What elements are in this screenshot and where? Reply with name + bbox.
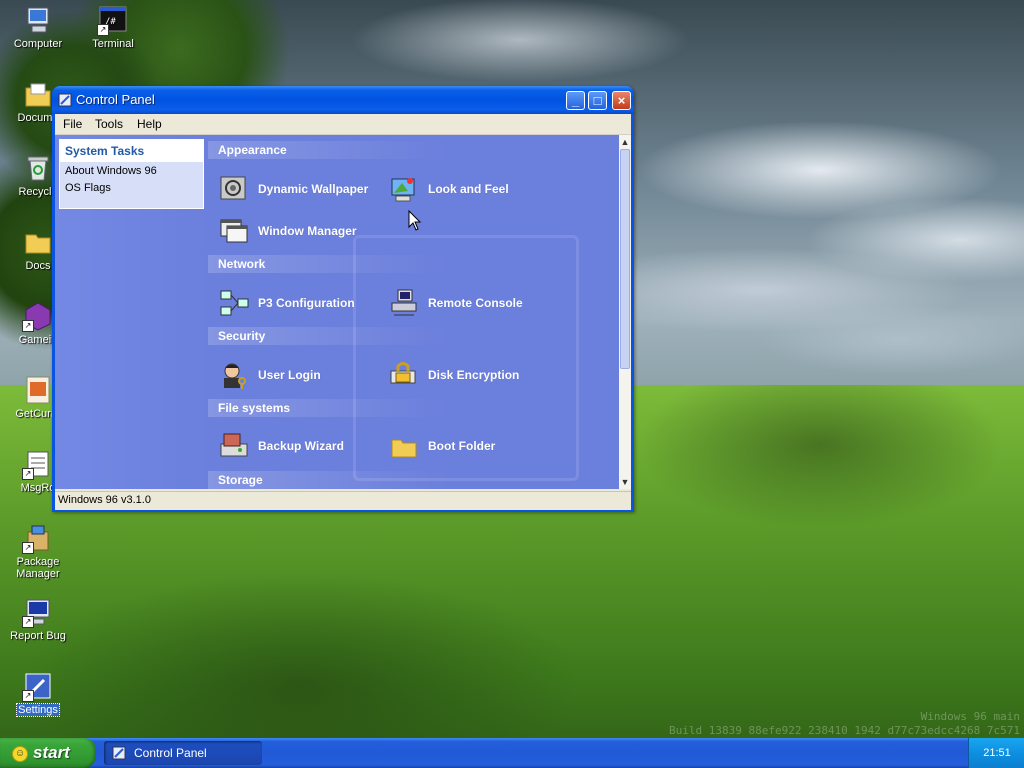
system-tray[interactable]: 21:51 xyxy=(968,738,1024,768)
shortcut-arrow-icon: ↗ xyxy=(22,616,34,628)
section-file-systems: File systems xyxy=(208,399,448,417)
getcurrent-icon xyxy=(22,374,54,406)
shortcut-arrow-icon: ↗ xyxy=(97,24,109,36)
backup-wizard-icon xyxy=(218,430,250,462)
package-manager-icon: ↗ xyxy=(22,522,54,554)
window-manager-icon xyxy=(218,215,250,247)
docs-folder-icon xyxy=(22,226,54,258)
status-text: Windows 96 v3.1.0 xyxy=(58,494,151,506)
section-network: Network xyxy=(208,255,448,273)
categories-pane: Appearance Dynamic Wallpaper Look and Fe… xyxy=(208,135,619,489)
system-tasks-panel: System Tasks About Windows 96 OS Flags xyxy=(59,139,204,209)
task-about-windows[interactable]: About Windows 96 xyxy=(60,162,203,179)
menu-help[interactable]: Help xyxy=(137,117,162,131)
scroll-up-button[interactable]: ▲ xyxy=(619,135,631,149)
section-security: Security xyxy=(208,327,448,345)
control-panel-icon xyxy=(58,93,72,107)
shortcut-arrow-icon: ↗ xyxy=(22,690,34,702)
user-login-icon xyxy=(218,359,250,391)
taskbar: ☺ start Control Panel 21:51 xyxy=(0,738,1024,768)
build-watermark-line1: Windows 96 main xyxy=(920,710,1020,723)
desktop-icon-package-manager[interactable]: ↗ Package Manager xyxy=(2,522,74,580)
control-panel-window[interactable]: Control Panel _ □ × File Tools Help Syst… xyxy=(52,86,634,512)
scroll-thumb[interactable] xyxy=(620,149,630,369)
build-watermark-line2: Build 13839 88efe922 238410 1942 d77c73e… xyxy=(669,724,1020,737)
task-os-flags[interactable]: OS Flags xyxy=(60,179,203,196)
dynamic-wallpaper-icon xyxy=(218,173,250,205)
desktop-icon-terminal[interactable]: /# ↗ Terminal xyxy=(77,4,149,50)
p3-configuration-icon xyxy=(218,287,250,319)
section-storage: Storage xyxy=(208,471,448,489)
gamein-icon: ↗ xyxy=(22,300,54,332)
start-button[interactable]: ☺ start xyxy=(0,738,96,768)
menu-file[interactable]: File xyxy=(63,117,82,131)
report-bug-icon: ↗ xyxy=(22,596,54,628)
control-panel-icon xyxy=(112,746,126,760)
start-logo-icon: ☺ xyxy=(12,746,28,762)
window-body: File Tools Help System Tasks About Windo… xyxy=(55,114,631,510)
section-appearance: Appearance xyxy=(208,141,448,159)
documents-folder-icon xyxy=(22,78,54,110)
scroll-down-button[interactable]: ▼ xyxy=(619,475,631,489)
msgro-icon: ↗ xyxy=(22,448,54,480)
disk-encryption-icon xyxy=(388,359,420,391)
start-label: start xyxy=(33,743,70,762)
look-and-feel-icon xyxy=(388,173,420,205)
computer-icon xyxy=(22,4,54,36)
desktop-icon-computer[interactable]: Computer xyxy=(2,4,74,50)
boot-folder-icon xyxy=(388,430,420,462)
mouse-cursor-icon xyxy=(408,210,422,231)
desktop-icon-settings[interactable]: ↗ Settings xyxy=(2,670,74,717)
remote-console-icon xyxy=(388,287,420,319)
menu-bar: File Tools Help xyxy=(55,114,631,135)
window-title: Control Panel xyxy=(76,92,155,107)
terminal-icon: /# ↗ xyxy=(97,4,129,36)
system-tasks-header: System Tasks xyxy=(60,140,203,162)
window-titlebar[interactable]: Control Panel _ □ × xyxy=(52,86,634,114)
minimize-button[interactable]: _ xyxy=(566,91,585,110)
control-panel-content: System Tasks About Windows 96 OS Flags A… xyxy=(55,135,631,489)
vertical-scrollbar[interactable]: ▲ ▼ xyxy=(619,135,631,489)
shortcut-arrow-icon: ↗ xyxy=(22,468,34,480)
maximize-button[interactable]: □ xyxy=(588,91,607,110)
status-bar: Windows 96 v3.1.0 xyxy=(55,491,631,510)
clock: 21:51 xyxy=(983,747,1011,759)
taskbar-button-control-panel[interactable]: Control Panel xyxy=(104,741,262,765)
settings-icon: ↗ xyxy=(22,670,54,702)
desktop-icon-report-bug[interactable]: ↗ Report Bug xyxy=(2,596,74,642)
tasks-pane: System Tasks About Windows 96 OS Flags xyxy=(55,135,208,489)
recycle-bin-icon xyxy=(22,152,54,184)
shortcut-arrow-icon: ↗ xyxy=(22,320,34,332)
menu-tools[interactable]: Tools xyxy=(95,117,123,131)
shortcut-arrow-icon: ↗ xyxy=(22,542,34,554)
close-button[interactable]: × xyxy=(612,91,631,110)
